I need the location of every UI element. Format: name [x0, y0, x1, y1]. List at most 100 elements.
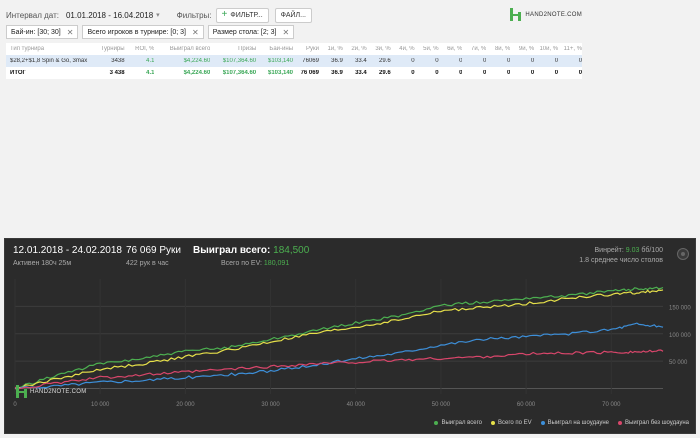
filter-chip-buyin[interactable]: Бай-ин: [30; 30] ✕ [6, 25, 79, 39]
table-cell: 0 [435, 70, 439, 76]
table-cell: 7й, % [471, 46, 487, 52]
x-tick-label: 0 [13, 402, 17, 408]
x-tick-label: 70 000 [602, 402, 621, 408]
table-cell: 29.6 [379, 70, 391, 76]
date-range-value: 01.01.2018 - 16.04.2018 [65, 10, 154, 20]
cell-name: $28,2+$1,8 Spin & Go, 3max [10, 58, 88, 64]
table-cell: 5й, % [423, 46, 439, 52]
gear-icon[interactable] [677, 248, 689, 260]
table-cell: $107,364.60 [222, 70, 257, 76]
table-cell: 0 [411, 58, 415, 64]
panel-active-time: Активен 180ч 25м [13, 260, 72, 267]
chart-legend: Выиграл всего Всего по EV Выиграл на шоуда… [434, 420, 689, 426]
cell-name: ИТОГ [10, 70, 26, 76]
ev-label: Всего по EV: [221, 260, 262, 267]
filter-chip-players[interactable]: Всего игроков в турнире: [0; 3] ✕ [82, 25, 204, 39]
table-header-row: Тип турнира Турниры ROI, % Выиграл всего При… [6, 43, 582, 55]
table-row[interactable]: $28,2+$1,8 Spin & Go, 3max 3438 4.1 $4,224.… [6, 55, 582, 67]
table-cell: 4.1 [146, 58, 155, 64]
series-line [14, 322, 664, 390]
close-icon[interactable]: ✕ [67, 28, 74, 37]
table-cell: Бай-ины [269, 46, 294, 52]
table-cell: 0 [530, 70, 535, 76]
table-cell: Руки [305, 46, 319, 52]
table-cell: 76 069 [300, 70, 319, 76]
chip-label: Всего игроков в турнире: [0; 3] [87, 28, 186, 36]
panel-won-total: Выиграл всего: 184,500 [193, 245, 309, 256]
logo-text: HAND2NOTE.COM [525, 11, 582, 18]
table-cell: 76069 [302, 58, 319, 64]
table-cell: 6й, % [447, 46, 463, 52]
table-cell: $103,140 [267, 70, 294, 76]
file-button[interactable]: ФАЙЛ... [274, 7, 312, 23]
table-cell: 0 [435, 58, 439, 64]
ev-value: 180,091 [263, 260, 290, 267]
table-cell: 0 [506, 70, 511, 76]
filter-chip-table-size[interactable]: Размер стола: [2; 3] ✕ [207, 25, 295, 39]
profit-chart: 50 000 100 000 150 000 0 10 000 20 000 30 000 4… [13, 279, 691, 408]
table-cell: $4,224.60 [183, 70, 211, 76]
table-cell: 0 [578, 70, 583, 76]
table-cell: 0 [459, 70, 463, 76]
legend-dot-icon [434, 421, 439, 425]
add-filter-button[interactable]: + ФИЛЬТР... [215, 7, 269, 23]
legend-item[interactable]: Всего по EV [491, 420, 532, 426]
panel-hands: 76 069 Руки [126, 245, 181, 256]
table-cell: 0 [530, 58, 535, 64]
winrate-value: 9.03 [625, 247, 640, 254]
chart-watermark-logo: HAND2NOTE.COM [16, 385, 87, 398]
table-cell: $103,140 [267, 58, 294, 64]
won-value: 184,500 [273, 245, 310, 256]
chip-label: Размер стола: [2; 3] [212, 28, 277, 36]
y-tick-label: 150 000 [669, 305, 691, 311]
panel-ev-total: Всего по EV: 180,091 [221, 260, 289, 267]
logo-icon [16, 385, 27, 398]
panel-hands-rate: 422 рук в час [126, 260, 169, 267]
legend-label: Выиграл на шоудауне [547, 420, 609, 426]
winrate-label: Винрейт: [594, 247, 624, 254]
chip-label: Бай-ин: [30; 30] [11, 28, 61, 36]
table-cell: 3 438 [109, 70, 125, 76]
table-cell: 4й, % [399, 46, 415, 52]
graph-panel: 50 000 100 000 150 000 0 10 000 20 000 30 000 4… [4, 238, 696, 434]
date-range-label: Интервал дат: [6, 10, 59, 20]
hand2note-logo: HAND2NOTE.COM [510, 8, 582, 21]
table-cell: Выиграл всего [169, 46, 211, 52]
table-cell: Турниры [100, 46, 125, 52]
table-cell: 29.6 [379, 58, 391, 64]
table-cell: 36.9 [331, 58, 343, 64]
table-cell: $4,224.60 [183, 58, 211, 64]
panel-winrate: Винрейт: 9.03 бб/100 [595, 247, 663, 254]
table-cell: Призы [238, 46, 257, 52]
table-cell: 33.4 [355, 70, 367, 76]
legend-item[interactable]: Выиграл на шоудауне [540, 420, 609, 426]
table-cell: $107,364.60 [222, 58, 257, 64]
legend-dot-icon [618, 421, 622, 425]
winrate-suffix: бб/100 [641, 247, 663, 254]
panel-avg-tables: 1.8 среднее число столов [579, 257, 663, 264]
y-tick-label: 50 000 [669, 360, 688, 366]
date-range-select[interactable]: 01.01.2018 - 16.04.2018 ▾ [63, 11, 163, 20]
table-cell: 2й, % [351, 46, 367, 52]
y-tick-label: 100 000 [669, 333, 691, 339]
close-icon[interactable]: ✕ [192, 28, 199, 37]
legend-item[interactable]: Выиграл без шоудауна [618, 420, 689, 426]
x-tick-label: 20 000 [176, 402, 195, 408]
legend-item[interactable]: Выиграл всего [434, 420, 482, 426]
close-icon[interactable]: ✕ [283, 28, 290, 37]
legend-label: Всего по EV [498, 420, 532, 426]
plus-icon: + [221, 9, 228, 20]
filters-label: Фильтры: [176, 10, 212, 20]
table-cell: 3й, % [375, 46, 391, 52]
table-total-row: ИТОГ 3 438 4.1 $4,224.60 $107,364.60 $103,140… [6, 67, 582, 79]
table-cell: 9й, % [518, 46, 535, 52]
legend-dot-icon [540, 421, 545, 425]
cell-name: Тип турнира [10, 46, 45, 52]
panel-date-range: 12.01.2018 - 24.02.2018 [13, 245, 122, 256]
table-cell: ROI, % [135, 46, 155, 52]
table-cell: 0 [554, 58, 559, 64]
filter-bar: Интервал дат: 01.01.2018 - 16.04.2018 ▾ … [6, 7, 312, 23]
table-cell: 0 [483, 70, 487, 76]
logo-icon [510, 8, 522, 21]
active-filters: Бай-ин: [30; 30] ✕ Всего игроков в турни… [6, 25, 295, 39]
